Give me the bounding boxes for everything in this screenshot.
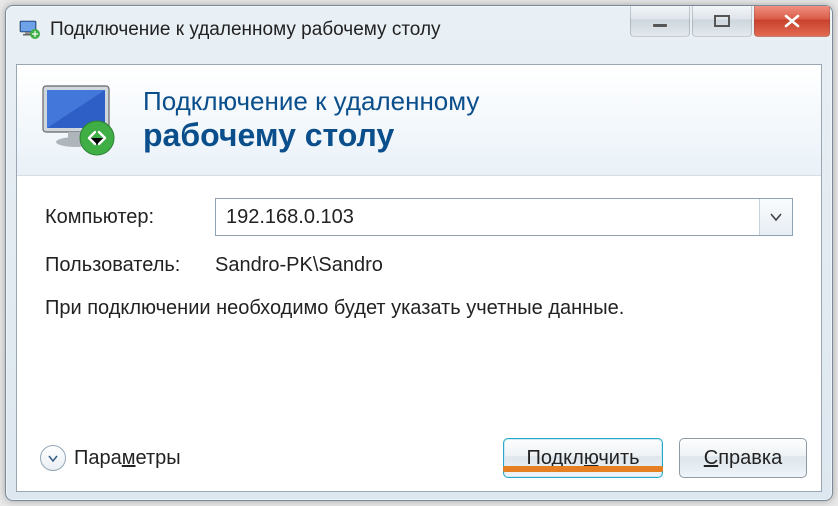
chevron-down-icon [769, 212, 783, 222]
help-button[interactable]: Справка [679, 438, 807, 478]
computer-input[interactable] [215, 198, 793, 236]
options-label: Параметры [74, 447, 181, 470]
rdp-icon [18, 18, 42, 42]
user-row: Пользователь: Sandro-PK\Sandro [45, 254, 793, 277]
user-value: Sandro-PK\Sandro [215, 254, 383, 277]
remote-desktop-window: Подключение к удаленному рабочему столу [5, 5, 833, 501]
header-title-line1: Подключение к удаленному [143, 87, 479, 116]
header-banner: Подключение к удаленному рабочему столу [17, 65, 821, 176]
computer-row: Компьютер: [45, 198, 793, 236]
footer: Параметры Подключить Справка [31, 437, 807, 479]
user-label: Пользователь: [45, 254, 215, 277]
window-controls [630, 6, 830, 37]
client-area: Подключение к удаленному рабочему столу … [16, 64, 822, 492]
options-button[interactable]: Параметры [31, 437, 190, 479]
dropdown-button[interactable] [759, 199, 792, 235]
computer-combobox[interactable] [215, 198, 793, 236]
header-title: Подключение к удаленному рабочему столу [143, 87, 479, 153]
monitor-icon [35, 80, 125, 160]
connect-button[interactable]: Подключить [503, 438, 663, 478]
info-text: При подключении необходимо будет указать… [45, 295, 793, 322]
close-button[interactable] [754, 6, 830, 37]
expand-icon [40, 445, 66, 471]
computer-label: Компьютер: [45, 206, 215, 229]
highlight-bar [503, 466, 663, 472]
maximize-button[interactable] [692, 6, 752, 37]
minimize-button[interactable] [630, 6, 690, 37]
form-area: Компьютер: Пользователь: Sandro-PK\Sandr… [17, 176, 821, 322]
header-title-line2: рабочему столу [143, 118, 479, 153]
